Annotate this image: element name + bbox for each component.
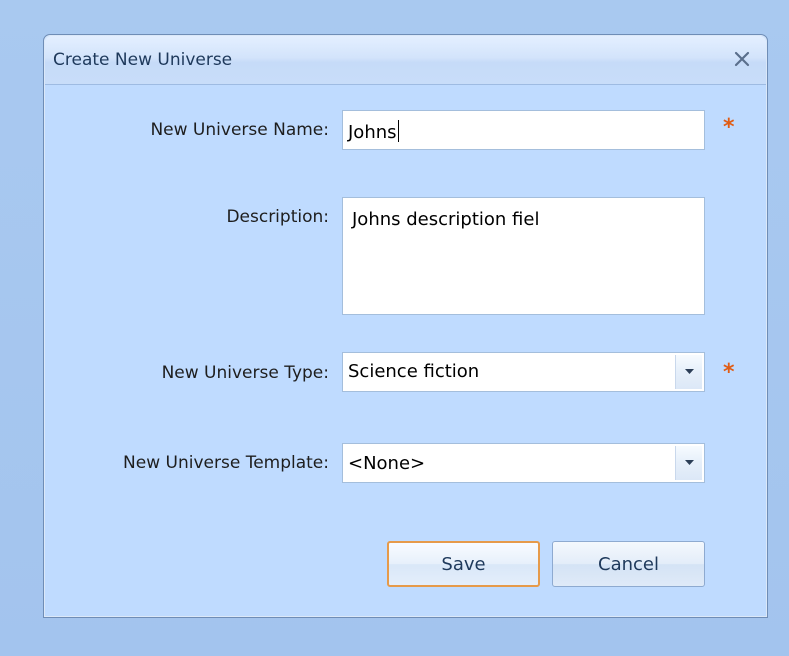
create-universe-dialog: Create New Universe New Universe Name: J… bbox=[43, 34, 768, 618]
universe-name-input[interactable]: Johns bbox=[342, 110, 705, 150]
universe-name-value: Johns bbox=[348, 122, 397, 143]
dialog-titlebar[interactable]: Create New Universe bbox=[45, 36, 766, 85]
universe-template-value: <None> bbox=[348, 453, 426, 474]
text-caret bbox=[397, 120, 399, 142]
universe-type-value: Science fiction bbox=[348, 361, 480, 382]
type-label: New Universe Type: bbox=[161, 363, 329, 383]
description-value: Johns description fiel bbox=[352, 209, 540, 230]
template-dropdown-button[interactable] bbox=[675, 446, 702, 480]
universe-type-select[interactable]: Science fiction bbox=[342, 352, 705, 392]
dialog-title: Create New Universe bbox=[53, 50, 233, 70]
close-button[interactable] bbox=[728, 45, 756, 73]
name-label: New Universe Name: bbox=[150, 120, 329, 140]
save-button[interactable]: Save bbox=[387, 541, 540, 587]
chevron-down-icon bbox=[684, 460, 694, 465]
description-label: Description: bbox=[226, 207, 329, 227]
template-label: New Universe Template: bbox=[123, 453, 329, 473]
required-marker-type: * bbox=[723, 360, 735, 385]
close-icon bbox=[734, 51, 750, 67]
description-textarea[interactable]: Johns description fiel bbox=[342, 197, 705, 315]
chevron-down-icon bbox=[684, 369, 694, 374]
required-marker-name: * bbox=[723, 115, 735, 140]
universe-template-select[interactable]: <None> bbox=[342, 443, 705, 483]
cancel-button[interactable]: Cancel bbox=[552, 541, 705, 587]
type-dropdown-button[interactable] bbox=[675, 355, 702, 389]
